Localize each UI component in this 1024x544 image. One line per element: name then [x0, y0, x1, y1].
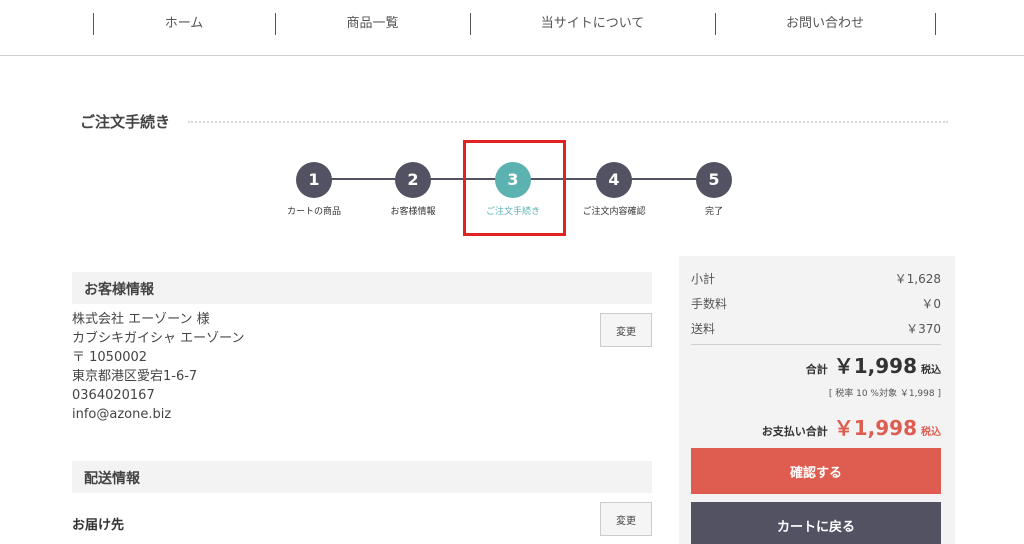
total-tax-included: 税込 — [921, 365, 941, 376]
step-customer-info: 2 お客様情報 — [363, 158, 463, 217]
total-label: 合計 — [805, 363, 828, 376]
step-number: 2 — [395, 162, 431, 198]
shipping-row: 送料 ￥370 — [691, 320, 941, 337]
customer-email: info@azone.biz — [72, 407, 172, 422]
section-title: 配送情報 — [84, 471, 140, 487]
nav-item-about[interactable]: 当サイトについて — [470, 14, 715, 34]
top-navigation: ホーム 商品一覧 当サイトについて お問い合わせ — [0, 0, 1024, 56]
customer-info-details: 株式会社 エーゾーン 様 カブシキガイシャ エーゾーン 〒 1050002 東京… — [72, 310, 244, 424]
step-label: ご注文内容確認 — [582, 207, 646, 217]
subtotal-label: 小計 — [691, 272, 716, 286]
fee-label: 手数料 — [691, 297, 728, 311]
step-label: 完了 — [704, 207, 723, 217]
delivery-destination-label: お届け先 — [72, 518, 125, 533]
total-row: 合計 ￥1,998 税込 — [806, 350, 941, 379]
nav-item-home[interactable]: ホーム — [93, 14, 275, 34]
shipping-label: 送料 — [691, 322, 716, 336]
subtotal-row: 小計 ￥1,628 — [691, 270, 941, 287]
page-title: ご注文手続き — [80, 113, 171, 131]
customer-name: 株式会社 エーゾーン 様 — [72, 312, 210, 327]
customer-name-kana: カブシキガイシャ エーゾーン — [72, 331, 245, 346]
step-order-confirm: 4 ご注文内容確認 — [564, 158, 664, 217]
step-number: 5 — [696, 162, 732, 198]
step-number: 1 — [296, 162, 332, 198]
customer-postal-code: 〒 1050002 — [72, 350, 148, 365]
step-number: 4 — [596, 162, 632, 198]
subtotal-value: ￥1,628 — [894, 272, 941, 286]
payment-total-label: お支払い合計 — [761, 425, 828, 438]
shipping-value: ￥370 — [906, 322, 941, 336]
order-summary: 小計 ￥1,628 手数料 ￥0 送料 ￥370 合計 ￥1,998 税込 [ 税率… — [679, 256, 955, 544]
step-complete: 5 完了 — [664, 158, 764, 217]
step-label: カートの商品 — [286, 207, 341, 217]
confirm-button[interactable]: 確認する — [691, 448, 941, 494]
fee-value: ￥0 — [921, 297, 941, 311]
payment-total-row: お支払い合計 ￥1,998 税込 — [762, 412, 941, 441]
fee-row: 手数料 ￥0 — [691, 295, 941, 312]
change-customer-button[interactable]: 変更 — [600, 313, 652, 347]
back-to-cart-button[interactable]: カートに戻る — [691, 502, 941, 544]
summary-divider — [691, 344, 941, 345]
payment-total-value: ￥1,998 — [833, 416, 917, 440]
customer-address: 東京都港区愛宕1-6-7 — [72, 369, 198, 384]
customer-phone: 0364020167 — [72, 388, 155, 403]
heading-divider — [188, 121, 948, 123]
total-value: ￥1,998 — [833, 354, 917, 378]
step-label: お客様情報 — [390, 207, 436, 217]
customer-info-header: お客様情報 — [72, 272, 652, 304]
step-cart: 1 カートの商品 — [264, 158, 364, 217]
payment-tax-included: 税込 — [921, 427, 941, 438]
nav-separator — [935, 13, 936, 35]
section-title: お客様情報 — [84, 282, 154, 298]
nav-item-contact[interactable]: お問い合わせ — [715, 14, 935, 34]
nav-item-products[interactable]: 商品一覧 — [275, 14, 470, 34]
change-delivery-button[interactable]: 変更 — [600, 502, 652, 536]
tax-rate-note: [ 税率 10 %対象 ￥1,998 ] — [828, 389, 941, 399]
step-number: 3 — [495, 162, 531, 198]
delivery-info-header: 配送情報 — [72, 461, 652, 493]
